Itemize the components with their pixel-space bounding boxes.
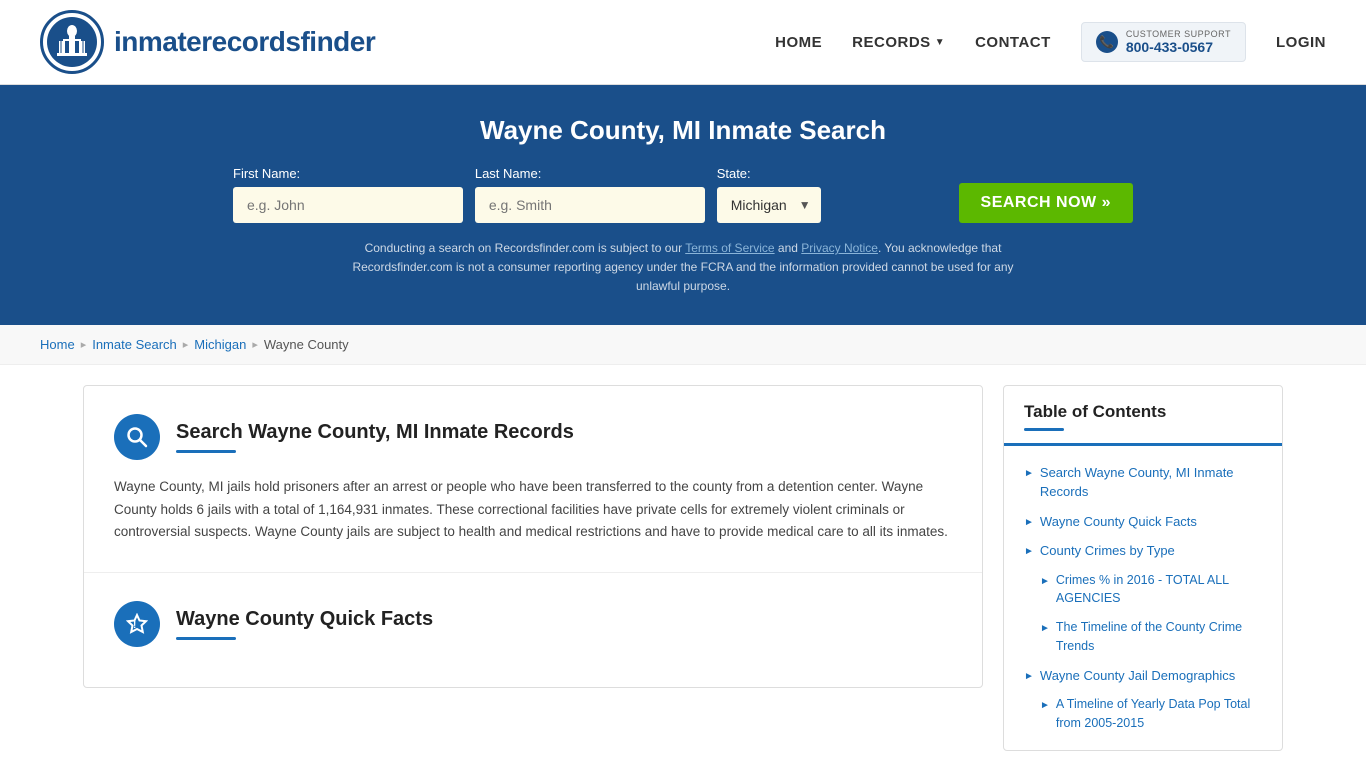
content-area: Search Wayne County, MI Inmate Records W… — [83, 385, 983, 689]
nav-records[interactable]: RECORDS ▼ — [852, 34, 945, 51]
svg-text:!: ! — [133, 620, 136, 631]
site-header: inmaterecordsfinder HOME RECORDS ▼ CONTA… — [0, 0, 1366, 85]
toc-link-3[interactable]: ► County Crimes by Type — [1024, 541, 1262, 561]
toc-link-7[interactable]: ► A Timeline of Yearly Data Pop Total fr… — [1040, 695, 1262, 733]
breadcrumb-current: Wayne County — [264, 337, 349, 352]
search-button[interactable]: SEARCH NOW » — [959, 183, 1133, 223]
toc-item-1: ► Search Wayne County, MI Inmate Records — [1004, 458, 1282, 507]
nav-home[interactable]: HOME — [775, 34, 822, 51]
hero-section: Wayne County, MI Inmate Search First Nam… — [0, 85, 1366, 325]
chevron-right-icon: ► — [1024, 669, 1034, 684]
support-box[interactable]: 📞 CUSTOMER SUPPORT 800-433-0567 — [1081, 22, 1246, 62]
toc-link-5[interactable]: ► The Timeline of the County Crime Trend… — [1040, 618, 1262, 656]
section-inmate-records: Search Wayne County, MI Inmate Records W… — [84, 386, 982, 574]
toc-item-3: ► County Crimes by Type — [1004, 536, 1282, 566]
support-text: CUSTOMER SUPPORT 800-433-0567 — [1126, 29, 1231, 55]
toc-item-5: ► The Timeline of the County Crime Trend… — [1004, 613, 1282, 661]
last-name-label: Last Name: — [475, 166, 541, 181]
toc-link-1[interactable]: ► Search Wayne County, MI Inmate Records — [1024, 463, 1262, 502]
state-select[interactable]: Michigan Alabama Alaska Arizona Californ… — [717, 187, 821, 223]
toc-item-2: ► Wayne County Quick Facts — [1004, 507, 1282, 537]
toc-link-2[interactable]: ► Wayne County Quick Facts — [1024, 512, 1262, 532]
logo-inner — [47, 17, 97, 67]
section-title-1: Search Wayne County, MI Inmate Records — [176, 421, 574, 444]
toc-header: Table of Contents — [1004, 386, 1282, 446]
main-container: Search Wayne County, MI Inmate Records W… — [43, 385, 1323, 751]
state-group: State: Michigan Alabama Alaska Arizona C… — [717, 166, 947, 223]
chevron-right-icon: ► — [1040, 698, 1050, 713]
toc-list: ► Search Wayne County, MI Inmate Records… — [1004, 446, 1282, 750]
breadcrumb-michigan[interactable]: Michigan — [194, 337, 246, 352]
login-button[interactable]: LOGIN — [1276, 34, 1326, 51]
toc-item-7: ► A Timeline of Yearly Data Pop Total fr… — [1004, 690, 1282, 738]
chevron-down-icon: ▼ — [935, 37, 945, 48]
chevron-right-icon: ► — [1024, 515, 1034, 530]
logo-text: inmaterecordsfinder — [114, 26, 375, 58]
disclaimer-text: Conducting a search on Recordsfinder.com… — [333, 239, 1033, 297]
first-name-label: First Name: — [233, 166, 300, 181]
page-title: Wayne County, MI Inmate Search — [40, 115, 1326, 146]
toc-link-4[interactable]: ► Crimes % in 2016 - TOTAL ALL AGENCIES — [1040, 571, 1262, 609]
toc-link-6[interactable]: ► Wayne County Jail Demographics — [1024, 666, 1262, 686]
toc-item-6: ► Wayne County Jail Demographics — [1004, 661, 1282, 691]
section-body-1: Wayne County, MI jails hold prisoners af… — [114, 476, 952, 545]
chevron-right-icon: ► — [1024, 466, 1034, 481]
breadcrumb-sep-2: ▸ — [183, 338, 189, 351]
last-name-group: Last Name: — [475, 166, 705, 223]
title-underline-2 — [176, 637, 236, 640]
section-header-1: Search Wayne County, MI Inmate Records — [114, 414, 952, 460]
table-of-contents: Table of Contents ► Search Wayne County,… — [1003, 385, 1283, 751]
logo-icon — [40, 10, 104, 74]
chevron-right-icon: ► — [1024, 544, 1034, 559]
section-title-1-wrapper: Search Wayne County, MI Inmate Records — [176, 421, 574, 453]
toc-title: Table of Contents — [1024, 402, 1262, 422]
section-title-2: Wayne County Quick Facts — [176, 608, 433, 631]
section-title-2-wrapper: Wayne County Quick Facts — [176, 608, 433, 640]
terms-link[interactable]: Terms of Service — [685, 241, 774, 255]
state-label: State: — [717, 166, 751, 181]
chevron-right-icon: ► — [1040, 574, 1050, 589]
main-nav: HOME RECORDS ▼ CONTACT 📞 CUSTOMER SUPPOR… — [775, 22, 1326, 62]
breadcrumb: Home ▸ Inmate Search ▸ Michigan ▸ Wayne … — [0, 325, 1366, 365]
nav-contact[interactable]: CONTACT — [975, 34, 1051, 51]
section-header-2: ! Wayne County Quick Facts — [114, 601, 952, 647]
privacy-link[interactable]: Privacy Notice — [801, 241, 878, 255]
search-form: First Name: Last Name: State: Michigan A… — [233, 166, 1133, 223]
section-quick-facts: ! Wayne County Quick Facts — [84, 573, 982, 687]
logo[interactable]: inmaterecordsfinder — [40, 10, 375, 74]
phone-icon: 📞 — [1096, 31, 1118, 53]
info-icon: ! — [114, 601, 160, 647]
first-name-group: First Name: — [233, 166, 463, 223]
breadcrumb-sep-3: ▸ — [252, 338, 258, 351]
breadcrumb-inmate-search[interactable]: Inmate Search — [92, 337, 177, 352]
breadcrumb-sep-1: ▸ — [81, 338, 87, 351]
first-name-input[interactable] — [233, 187, 463, 223]
state-wrapper: Michigan Alabama Alaska Arizona Californ… — [717, 187, 821, 223]
breadcrumb-home[interactable]: Home — [40, 337, 75, 352]
title-underline-1 — [176, 450, 236, 453]
chevron-right-icon: ► — [1040, 621, 1050, 636]
search-icon — [114, 414, 160, 460]
last-name-input[interactable] — [475, 187, 705, 223]
toc-underline — [1024, 428, 1064, 431]
toc-item-4: ► Crimes % in 2016 - TOTAL ALL AGENCIES — [1004, 566, 1282, 614]
